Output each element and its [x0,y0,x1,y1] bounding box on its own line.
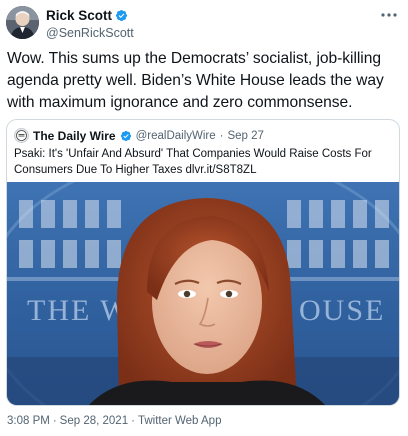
quoted-date[interactable]: Sep 27 [227,130,263,142]
quoted-separator: · [219,129,224,142]
quoted-name[interactable]: The Daily Wire [33,129,116,143]
daily-wire-logo-icon [16,130,27,141]
tweet-text: Wow. This sums up the Democrats’ sociali… [7,50,384,111]
quoted-tweet[interactable]: The Daily Wire @realDailyWire · Sep 27 P… [6,119,400,406]
svg-text:THE W: THE W [27,294,131,327]
author-row: Rick Scott [46,8,134,23]
avatar-photo [6,6,39,39]
tweet-card: Rick Scott @SenRickScott Wow. This sums … [0,0,408,436]
footer-separator: · [52,415,57,427]
quoted-header: The Daily Wire @realDailyWire · Sep 27 [14,128,264,143]
author-handle[interactable]: @SenRickScott [46,26,134,41]
more-button[interactable] [378,4,400,26]
tweet-source[interactable]: Twitter Web App [138,415,222,427]
tweet-date[interactable]: Sep 28, 2021 [60,415,128,427]
verified-badge-icon [115,9,128,22]
quoted-text: Psaki: It's 'Unfair And Absurd' That Com… [14,148,372,176]
quoted-avatar [14,128,29,143]
verified-badge-icon [120,130,131,141]
quoted-handle: @realDailyWire [135,129,216,142]
footer-separator: · [131,415,135,427]
more-horizontal-icon [381,13,397,17]
author-avatar[interactable] [6,6,39,39]
author-name[interactable]: Rick Scott [46,8,112,23]
svg-text:OUSE: OUSE [299,294,385,327]
tweet-footer: 3:08 PM · Sep 28, 2021 · Twitter Web App [7,415,221,427]
author-block: Rick Scott @SenRickScott [46,8,134,41]
press-briefing-photo[interactable]: THE W OUSE [7,182,400,406]
tweet-time[interactable]: 3:08 PM [7,415,50,427]
